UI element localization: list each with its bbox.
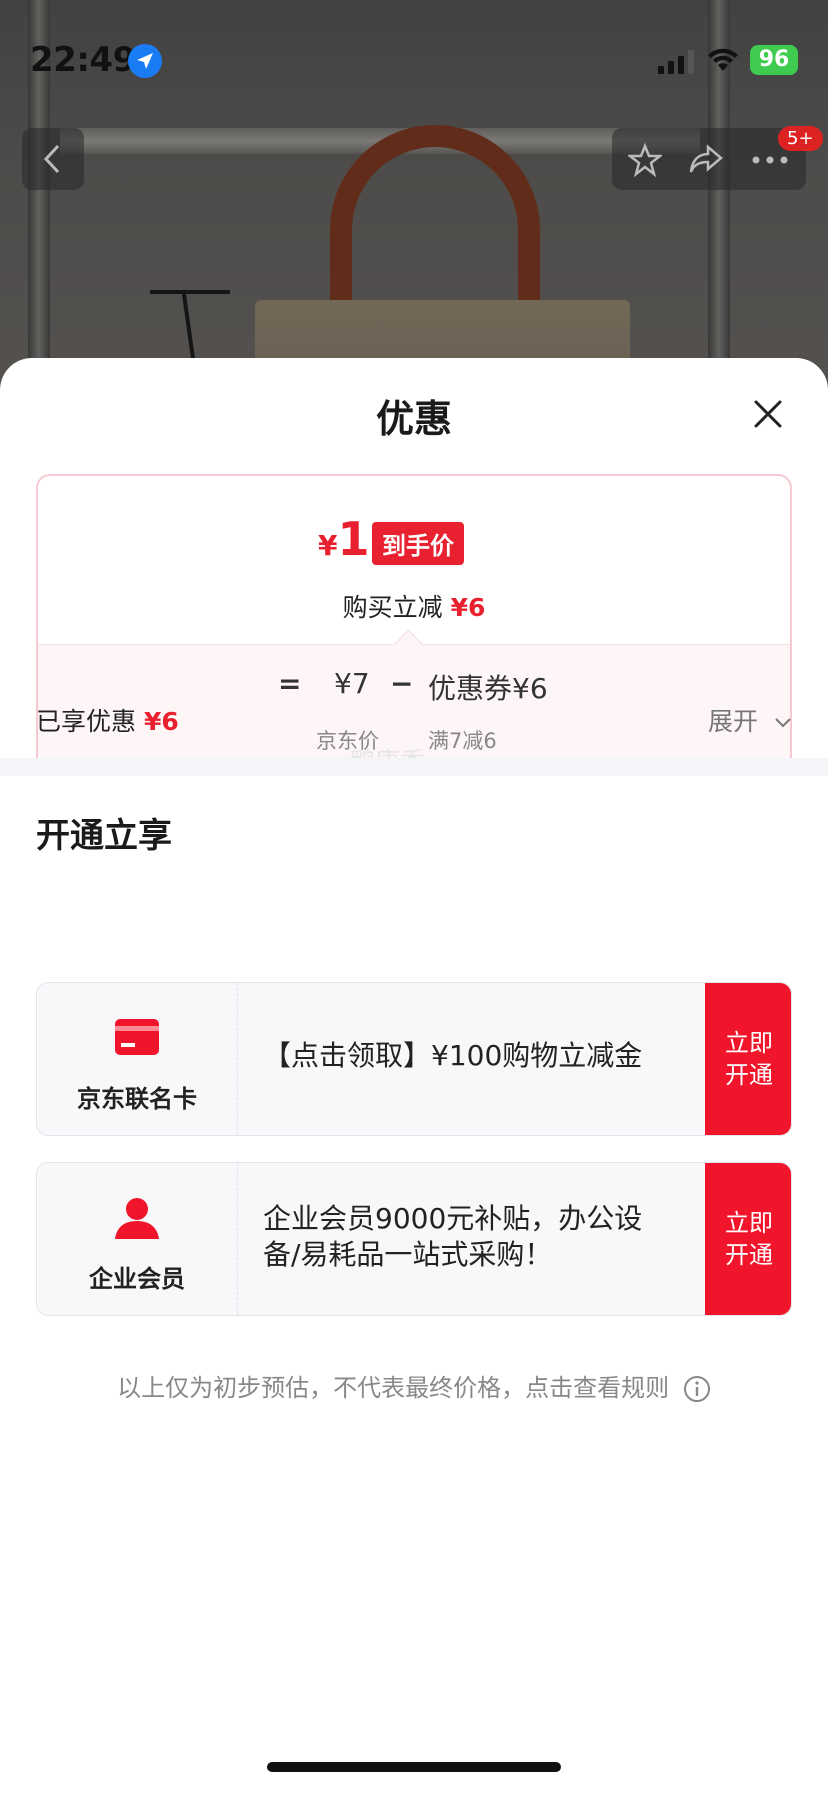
- notification-badge: 5+: [778, 126, 823, 151]
- offer-description: 企业会员9000元补贴，办公设备/易耗品一站式采购！: [263, 1202, 643, 1271]
- coupon-value: 优惠券¥6: [428, 672, 548, 705]
- back-button[interactable]: [22, 128, 84, 190]
- offer-badge: 京东联名卡: [37, 983, 238, 1135]
- activate-label: 立即开通: [725, 1209, 773, 1269]
- star-icon[interactable]: [628, 143, 662, 177]
- enjoyed-label: 已享优惠: [36, 707, 137, 736]
- jd-price: ¥7: [334, 667, 370, 700]
- activate-label: 立即开通: [725, 1029, 773, 1089]
- formula-minus: −: [390, 667, 414, 700]
- offer-label: 企业会员: [89, 1265, 185, 1293]
- formula-equals: =: [278, 667, 302, 700]
- status-time: 22:49: [30, 40, 136, 80]
- currency-symbol: ¥: [318, 529, 338, 562]
- offer-card-jd-card[interactable]: 京东联名卡 【点击领取】¥100购物立减金 立即开通: [36, 982, 792, 1136]
- share-icon[interactable]: [688, 143, 724, 175]
- disclaimer-text: 以上仅为初步预估，不代表最终价格，点击查看规则: [117, 1374, 670, 1402]
- close-icon[interactable]: [748, 394, 788, 434]
- battery-indicator: 96: [750, 45, 798, 75]
- cellular-signal-icon: [658, 50, 694, 74]
- final-price-value: 1: [337, 512, 370, 566]
- chevron-left-icon: [43, 144, 60, 174]
- offer-description: 【点击领取】¥100购物立减金: [263, 1039, 643, 1072]
- reduce-line: 购买立减 ¥6: [38, 588, 790, 624]
- offer-label: 京东联名卡: [77, 1085, 197, 1113]
- info-icon[interactable]: [683, 1375, 711, 1403]
- person-icon: [115, 1198, 159, 1239]
- final-price-tag: 到手价: [372, 522, 464, 565]
- discount-sheet: 优惠 ¥1 到手价 购买立减 ¥6 = ¥7 − 优惠券¥6 京东价 满7减6 …: [0, 358, 828, 1793]
- offer-badge: 企业会员: [37, 1163, 238, 1315]
- price-summary: ¥1 到手价 购买立减 ¥6: [38, 476, 790, 644]
- section-divider: [0, 758, 828, 776]
- activate-button[interactable]: 立即开通: [705, 983, 791, 1135]
- status-bar: 22:49 96: [0, 0, 828, 120]
- home-indicator[interactable]: [267, 1762, 561, 1772]
- chevron-down-icon: [775, 718, 791, 728]
- nav-actions: [612, 128, 806, 190]
- final-price: ¥1: [318, 512, 370, 566]
- expand-label: 展开: [708, 707, 759, 736]
- expand-button[interactable]: 展开: [708, 702, 792, 738]
- activate-button[interactable]: 立即开通: [705, 1163, 791, 1315]
- enjoyed-discount: 已享优惠 ¥6: [36, 702, 179, 738]
- reduce-value: ¥6: [450, 593, 486, 622]
- more-icon[interactable]: [752, 156, 788, 164]
- sheet-title: 优惠: [375, 397, 452, 441]
- enjoyed-value: ¥6: [143, 707, 179, 736]
- section-title: 开通立享: [36, 816, 172, 856]
- offer-card-enterprise[interactable]: 企业会员 企业会员9000元补贴，办公设备/易耗品一站式采购！ 立即开通: [36, 1162, 792, 1316]
- reduce-label: 购买立减: [342, 593, 443, 622]
- coupon-rule: 满7减6: [428, 729, 497, 753]
- location-icon: [128, 44, 162, 78]
- wifi-icon: [708, 48, 738, 71]
- credit-card-icon: [115, 1019, 159, 1055]
- disclaimer[interactable]: 以上仅为初步预估，不代表最终价格，点击查看规则: [0, 1368, 828, 1403]
